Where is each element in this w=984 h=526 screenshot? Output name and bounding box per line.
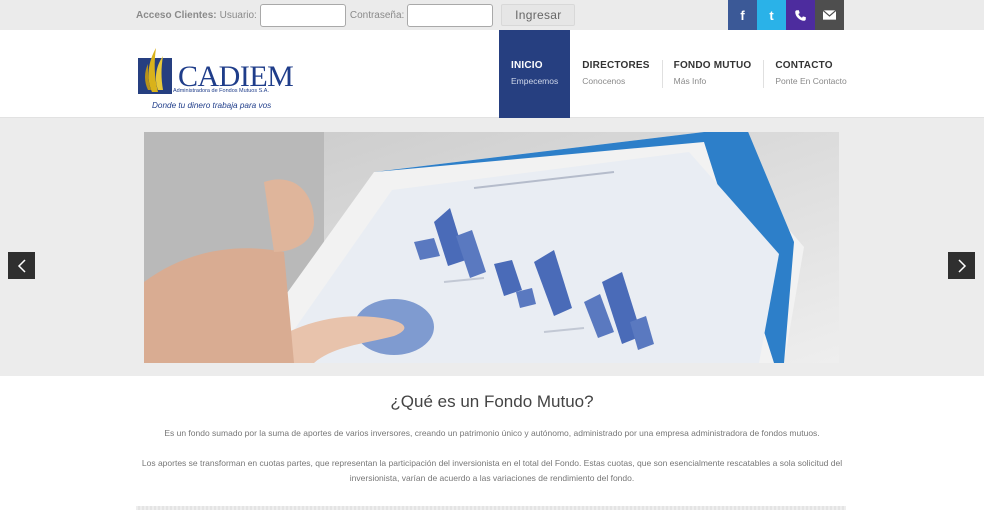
cadiem-logo[interactable]: CADIEM Administradora de Fondos Mutuos S… (136, 40, 296, 112)
nav-item-title: DIRECTORES (582, 60, 650, 71)
nav-item-inicio[interactable]: INICIO Empecemos (499, 30, 571, 118)
site-header: CADIEM Administradora de Fondos Mutuos S… (0, 30, 984, 118)
chevron-left-icon (17, 258, 26, 273)
slide-image (144, 132, 839, 363)
nav-item-subtitle: Ponte En Contacto (775, 76, 847, 86)
facebook-icon[interactable]: f (728, 0, 757, 30)
mail-icon[interactable] (815, 0, 844, 30)
nav-item-fondo-mutuo[interactable]: FONDO MUTUO Más Info (661, 30, 764, 118)
password-label: Contraseña: (349, 9, 405, 21)
nav-item-contacto[interactable]: CONTACTO Ponte En Contacto (763, 30, 858, 118)
nav-item-title: INICIO (511, 60, 543, 71)
username-label: Usuario: (219, 9, 257, 21)
nav-item-directores[interactable]: DIRECTORES Conocenos (570, 30, 661, 118)
main-nav: INICIO Empecemos DIRECTORES Conocenos FO… (499, 30, 859, 118)
fondo-mutuo-section: ¿Qué es un Fondo Mutuo? Es un fondo suma… (0, 376, 984, 526)
logo-emblem-icon (138, 48, 172, 94)
social-links: f t (728, 0, 844, 30)
slider-next-button[interactable] (948, 252, 975, 279)
section-heading: ¿Qué es un Fondo Mutuo? (390, 392, 594, 411)
nav-item-subtitle: Más Info (673, 76, 707, 86)
chevron-right-icon (957, 258, 966, 273)
logo-tagline: Donde tu dinero trabaja para vos (152, 101, 272, 110)
username-input[interactable] (259, 3, 346, 27)
logo-subtitle: Administradora de Fondos Mutuos S.A. (173, 88, 269, 94)
twitter-icon[interactable]: t (757, 0, 786, 30)
phone-icon[interactable] (786, 0, 815, 30)
nav-item-subtitle: Conocenos (582, 76, 626, 86)
login-submit-button[interactable]: Ingresar (501, 4, 576, 26)
top-bar: Acceso Clientes: Usuario: Contraseña: In… (0, 0, 984, 30)
section-paragraph-1: Es un fondo sumado por la suma de aporte… (164, 428, 820, 438)
nav-item-subtitle: Empecemos (511, 76, 559, 86)
section-divider (136, 506, 846, 510)
nav-item-title: CONTACTO (775, 60, 833, 71)
slider-prev-button[interactable] (8, 252, 35, 279)
password-input[interactable] (407, 3, 494, 27)
hero-slider (0, 118, 984, 376)
tablet-chart-illustration (144, 132, 839, 363)
nav-item-title: FONDO MUTUO (673, 60, 752, 71)
login-title: Acceso Clientes: (136, 9, 217, 21)
client-login-form: Acceso Clientes: Usuario: Contraseña: In… (136, 3, 576, 27)
section-paragraph-2: Los aportes se transforman en cuotas par… (141, 458, 843, 483)
